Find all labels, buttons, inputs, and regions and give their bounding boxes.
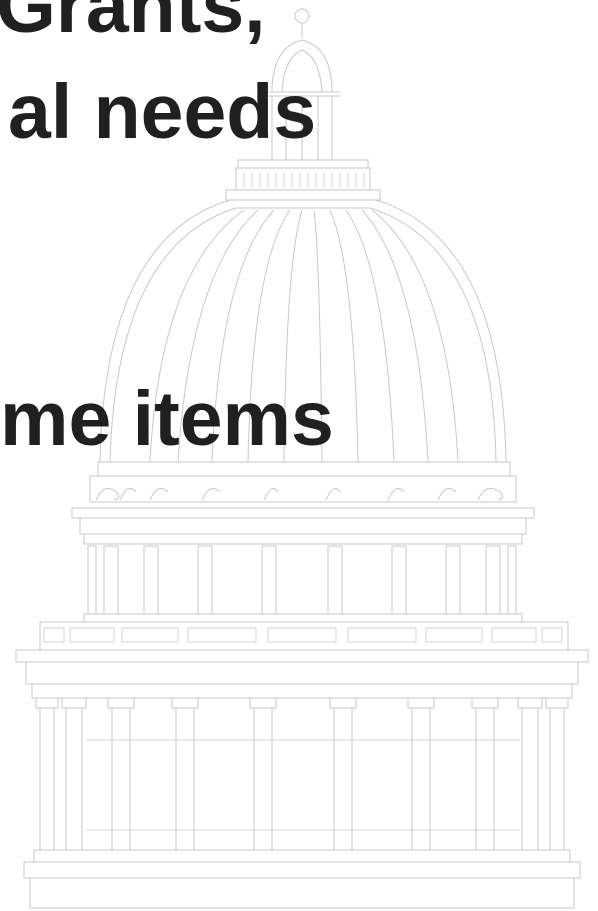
slide-text-line-2: al needs bbox=[8, 69, 317, 155]
slide-text-line-3: me items bbox=[0, 376, 334, 462]
slide-text-line-1: Grants, bbox=[0, 0, 266, 49]
